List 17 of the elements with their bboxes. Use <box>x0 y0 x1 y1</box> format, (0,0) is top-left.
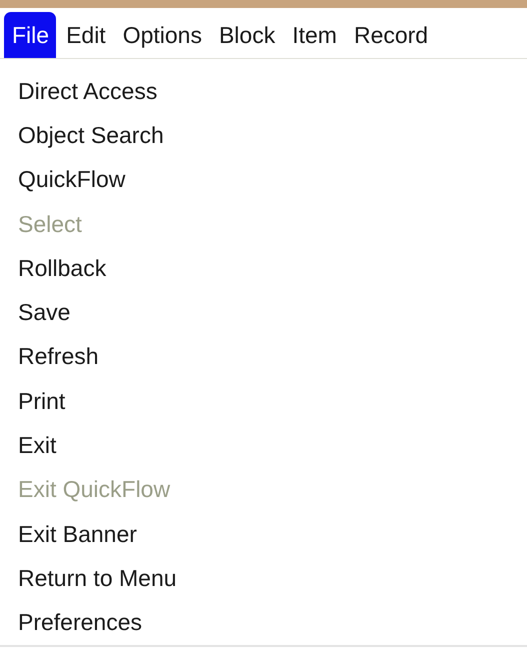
menu-title[interactable]: File <box>4 12 56 58</box>
menu-title[interactable]: Block <box>210 12 282 58</box>
menu-item[interactable]: QuickFlow <box>18 158 126 202</box>
menu-item[interactable]: Print <box>18 379 66 424</box>
menu-item[interactable]: Save <box>18 290 70 335</box>
menu-item[interactable]: Preferences <box>18 600 142 645</box>
menu-title[interactable]: Item <box>284 12 344 58</box>
menu-item[interactable]: Exit Banner <box>18 512 137 556</box>
menu-title[interactable]: Options <box>114 12 209 58</box>
menu-item[interactable]: Object Search <box>18 113 164 158</box>
menu-item[interactable]: Refresh <box>18 334 99 380</box>
menu-title[interactable]: Edit <box>58 12 113 58</box>
menu-item[interactable]: Rollback <box>18 246 106 290</box>
menu-item[interactable]: Exit <box>18 423 56 468</box>
menu-title[interactable]: Record <box>346 12 436 58</box>
menu-item[interactable]: Direct Access <box>18 69 158 114</box>
menu-item[interactable]: Return to Menu <box>18 556 177 601</box>
